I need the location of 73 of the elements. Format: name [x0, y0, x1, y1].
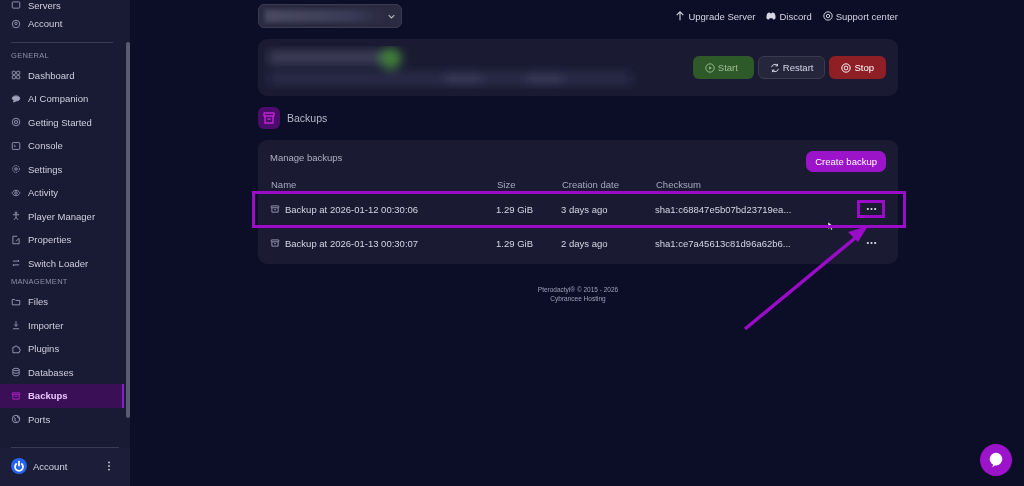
chevron-down-icon: [388, 13, 395, 19]
sidebar-item[interactable]: Settings: [0, 157, 124, 181]
header-link[interactable]: Upgrade Server: [675, 10, 756, 22]
stop-icon: [841, 62, 852, 73]
column-header: Name: [271, 178, 298, 190]
refresh-icon: [769, 62, 780, 73]
swap-icon: [11, 258, 21, 269]
sidebar-item[interactable]: Console: [0, 134, 124, 158]
power-button[interactable]: Start: [692, 56, 754, 79]
doc-icon: [11, 234, 21, 245]
header-link[interactable]: Support center: [822, 10, 898, 22]
table-cell-text: 3 days ago: [561, 203, 609, 215]
cursor-icon: [827, 221, 834, 231]
table-cell-text: 2 days ago: [561, 237, 609, 249]
lifebuoy-icon: [11, 117, 21, 128]
table-cell-text: sha1:ce7a45613c81d96a62b6...: [655, 237, 792, 249]
sidebar-item[interactable]: Servers: [0, 0, 124, 12]
more-icon: [865, 241, 877, 245]
sidebar-item[interactable]: Dashboard: [0, 63, 124, 87]
sidebar-item[interactable]: Switch Loader: [0, 251, 124, 275]
chat-button[interactable]: [980, 444, 1012, 476]
archive-icon: [258, 107, 280, 129]
header-link[interactable]: Discord: [766, 10, 812, 22]
table-cell-text: sha1:c68847e5b07bd23719ea...: [655, 203, 793, 215]
sidebar-item[interactable]: Account: [0, 12, 124, 36]
sidebar-item[interactable]: Activity: [0, 181, 124, 205]
more-button[interactable]: [857, 200, 885, 218]
download-icon: [11, 320, 21, 331]
archive-icon: [270, 204, 280, 214]
chat-bubble-icon: [987, 451, 1005, 469]
page-title: Backups: [287, 112, 328, 124]
column-header: Size: [497, 178, 517, 190]
sidebar-item[interactable]: Properties: [0, 228, 124, 252]
lifebuoy-icon: [822, 11, 833, 21]
terminal-icon: [11, 140, 21, 151]
sidebar-item[interactable]: Ports: [0, 407, 124, 431]
sidebar-item[interactable]: Backups: [0, 384, 124, 408]
sidebar-item[interactable]: Databases: [0, 360, 124, 384]
scrollbar[interactable]: [126, 42, 130, 418]
avatar-icon: [11, 458, 27, 474]
user-circle-icon: [11, 18, 21, 29]
person-icon: [11, 211, 21, 222]
table-cell-text: 1.29 GiB: [496, 203, 534, 215]
eye-icon: [11, 187, 21, 198]
card-title: Manage backups: [270, 152, 343, 163]
power-button[interactable]: Stop: [829, 56, 886, 79]
server-dropdown[interactable]: [258, 4, 402, 28]
sidebar-item[interactable]: Plugins: [0, 337, 124, 361]
arrow-up-icon: [675, 11, 686, 21]
play-icon: [704, 62, 715, 73]
more-icon[interactable]: [107, 461, 111, 471]
archive-icon: [11, 390, 21, 401]
chat-icon: [11, 93, 21, 104]
archive-icon: [270, 238, 280, 248]
backup-row[interactable]: Backup at 2026-01-13 00:30:07 1.29 GiB 2 days ago sha1:ce7a45613c81d96a62b6...: [270, 226, 886, 260]
column-header: Creation date: [562, 178, 621, 190]
account-name[interactable]: Account: [33, 460, 101, 472]
sidebar-item[interactable]: Files: [0, 290, 124, 314]
sidebar-item[interactable]: Player Manager: [0, 204, 124, 228]
power-button[interactable]: Restart: [757, 56, 826, 79]
gamepad-icon: [766, 11, 777, 21]
column-header: Checksum: [656, 178, 702, 190]
sidebar-item[interactable]: AI Companion: [0, 87, 124, 111]
sidebar-item[interactable]: Getting Started: [0, 110, 124, 134]
database-icon: [11, 367, 21, 378]
table-cell: Backup at 2026-01-13 00:30:07: [285, 237, 419, 249]
table-cell: Backup at 2026-01-12 00:30:06: [285, 203, 419, 215]
folder-icon: [11, 296, 21, 307]
sidebar-item[interactable]: Importer: [0, 313, 124, 337]
table-cell-text: 1.29 GiB: [496, 237, 534, 249]
more-icon: [865, 207, 877, 211]
grid-icon: [11, 70, 21, 81]
create-backup-button[interactable]: Create backup: [806, 151, 886, 172]
